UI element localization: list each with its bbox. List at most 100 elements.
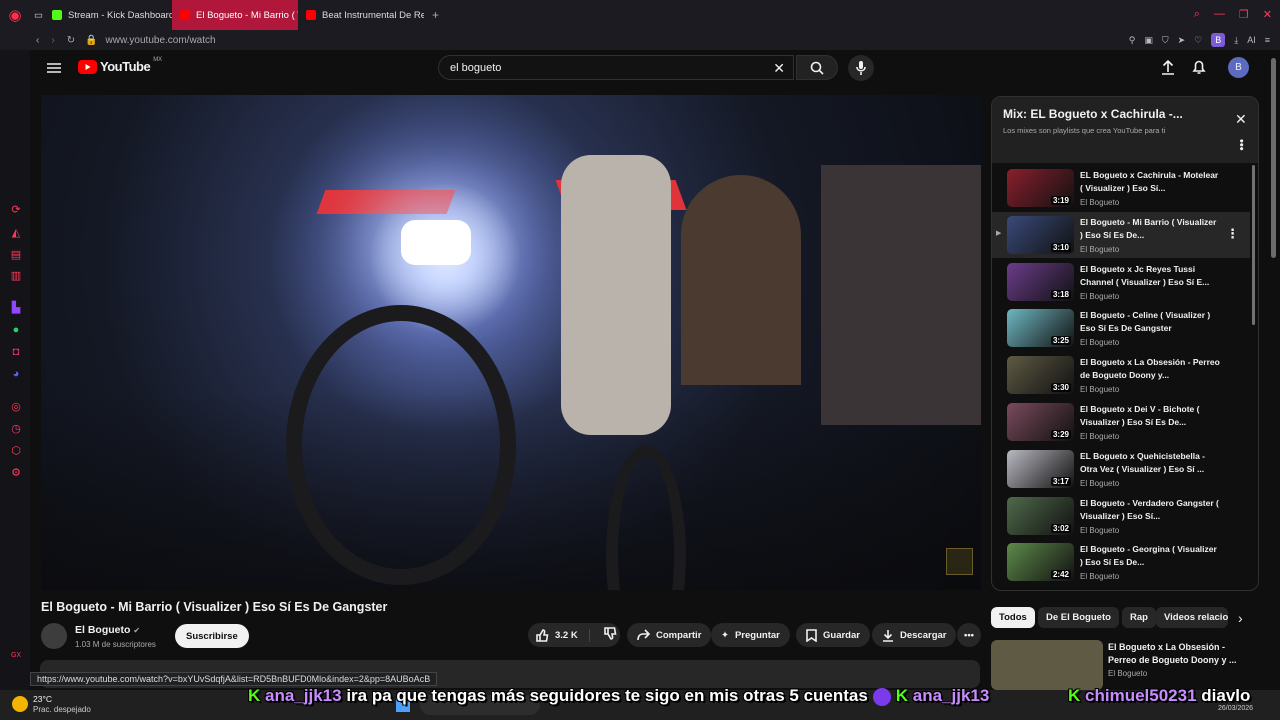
playlist-item[interactable]: 2:42 El Bogueto - Georgina ( Visualizer )… xyxy=(992,539,1250,585)
download-icon[interactable]: ⤓ xyxy=(1234,35,1238,46)
bell-icon xyxy=(1192,60,1206,74)
messenger-icon[interactable]: ▥ xyxy=(10,270,22,282)
whatsapp-icon[interactable]: ● xyxy=(10,324,22,336)
search-tabs-icon[interactable]: ⌕ xyxy=(1194,8,1200,21)
pin-icon[interactable]: ⚲ xyxy=(1129,35,1136,46)
playlist-item[interactable]: 3:02 El Bogueto - Verdadero Gangster ( Vi… xyxy=(992,493,1250,539)
heart-icon[interactable]: ♡ xyxy=(1194,35,1202,46)
wallet-icon[interactable]: ▤ xyxy=(10,249,22,261)
discord-icon[interactable]: ◕ xyxy=(10,368,22,380)
profile-icon[interactable]: B xyxy=(1211,33,1226,47)
clear-search-icon[interactable]: ✕ xyxy=(773,60,785,77)
front-wheel xyxy=(286,305,516,585)
chips-next-icon[interactable]: › xyxy=(1238,610,1243,626)
tab-overview-icon[interactable]: ▭ xyxy=(30,0,44,30)
weather-temp[interactable]: 23°C xyxy=(33,694,52,704)
playlist-thumbnail[interactable]: 3:25 xyxy=(1007,309,1074,348)
tab-el-bogueto[interactable]: El Bogueto - Mi Barrio ( Vi xyxy=(172,0,298,30)
duration-badge: 2:42 xyxy=(1050,570,1071,580)
settings-icon[interactable]: ⚙ xyxy=(10,467,22,479)
ask-button[interactable]: ✦ Preguntar xyxy=(711,623,790,647)
twitch-icon[interactable]: ▙ xyxy=(10,302,22,314)
download-button[interactable]: Descargar xyxy=(872,623,957,647)
playlist-item[interactable]: ▶ ⋮ 3:10 El Bogueto - Mi Barrio ( Visualize… xyxy=(992,211,1250,258)
playlist-thumbnail[interactable]: 3:30 xyxy=(1007,356,1074,395)
tab-beat-instrumental[interactable]: Beat Instrumental De Regg xyxy=(298,0,424,30)
voice-search-button[interactable] xyxy=(848,55,874,81)
playlist-item-channel: El Bogueto xyxy=(1080,385,1120,395)
search-input[interactable]: el bogueto ✕ xyxy=(438,55,794,80)
close-playlist-icon[interactable]: ✕ xyxy=(1235,111,1247,128)
playlist-item-title: EL Bogueto x Cachirula - Motelear ( Visu… xyxy=(1080,170,1219,193)
like-button[interactable]: 3.2 K xyxy=(528,628,590,642)
channel-avatar[interactable] xyxy=(41,623,67,649)
history-icon[interactable]: ⟳ xyxy=(10,204,22,216)
avatar[interactable]: B xyxy=(1228,57,1249,78)
chip-de-el-bogueto[interactable]: De El Bogueto xyxy=(1038,607,1119,628)
subscribe-button[interactable]: Suscribirse xyxy=(175,624,249,648)
opera-logo-icon[interactable]: ◉ xyxy=(0,0,30,30)
chip-rap[interactable]: Rap xyxy=(1122,607,1156,628)
playlist-thumbnail[interactable]: 3:10 xyxy=(1007,215,1074,254)
extensions-icon[interactable]: ⬡ xyxy=(10,445,22,457)
youtube-logo[interactable]: YouTube MX xyxy=(78,57,162,74)
playlist-item[interactable]: 3:17 EL Bogueto x Quehicistebella - Otra … xyxy=(992,446,1250,492)
playlist-menu-icon[interactable]: ••• xyxy=(1235,139,1247,151)
playlist-item[interactable]: 3:25 El Bogueto - Celine ( Visualizer ) E… xyxy=(992,305,1250,351)
playlist-title[interactable]: Mix: EL Bogueto x Cachirula -... xyxy=(1003,107,1223,121)
address-bar: ‹ › ↻ 🔒 www.youtube.com/watch ⚲ ▣ ⛉ ➤ ♡ … xyxy=(0,30,1280,50)
duration-badge: 3:29 xyxy=(1050,430,1071,439)
tab-kick-dashboard[interactable]: Stream - Kick Dashboard xyxy=(44,0,172,30)
url-field[interactable]: www.youtube.com/watch xyxy=(106,35,216,46)
instagram-icon[interactable]: ◘ xyxy=(10,346,22,358)
minimize-icon[interactable]: — xyxy=(1214,8,1225,21)
clock-icon[interactable]: ◷ xyxy=(10,423,22,435)
playlist-item[interactable]: 3:18 El Bogueto x Jc Reyes Tussi Channel … xyxy=(992,259,1250,305)
headlight xyxy=(401,220,471,265)
close-window-icon[interactable]: ✕ xyxy=(1263,8,1272,21)
playlist-item-channel: El Bogueto xyxy=(1080,525,1120,535)
menu-icon[interactable]: ≡ xyxy=(1265,35,1270,45)
video-player[interactable] xyxy=(41,95,981,590)
related-title[interactable]: El Bogueto x La Obsesión - Perreo de Bog… xyxy=(1108,641,1238,667)
hamburger-menu-icon[interactable] xyxy=(47,61,61,79)
player-icon[interactable]: ◎ xyxy=(10,401,22,413)
snapshot-icon[interactable]: ▣ xyxy=(1144,35,1153,46)
playlist-thumbnail[interactable]: 3:17 xyxy=(1007,449,1074,488)
maximize-icon[interactable]: ❐ xyxy=(1239,8,1249,21)
back-icon[interactable]: ‹ xyxy=(36,35,39,46)
page-scrollbar[interactable] xyxy=(1271,58,1276,258)
ai-icon[interactable]: AI xyxy=(1247,35,1256,45)
search-button[interactable] xyxy=(796,55,838,80)
playlist-thumbnail[interactable]: 3:18 xyxy=(1007,262,1074,301)
save-button[interactable]: Guardar xyxy=(796,623,870,647)
share-button[interactable]: Compartir xyxy=(627,623,712,647)
playlist-thumbnail[interactable]: 3:19 xyxy=(1007,169,1074,207)
kick-icon: K xyxy=(895,686,909,705)
send-icon[interactable]: ➤ xyxy=(1178,35,1186,46)
playlist-item[interactable]: 3:19 EL Bogueto x Cachirula - Motelear ( … xyxy=(992,165,1250,211)
youtube-favicon-icon xyxy=(180,10,190,20)
forward-icon[interactable]: › xyxy=(51,35,54,46)
new-tab-button[interactable]: + xyxy=(424,0,447,30)
playlist-thumbnail[interactable]: 3:29 xyxy=(1007,403,1074,441)
reload-icon[interactable]: ↻ xyxy=(67,35,75,46)
item-menu-icon[interactable]: ⋮ xyxy=(1226,226,1239,242)
chip-videos-relacionados[interactable]: Videos relacio xyxy=(1156,607,1228,628)
playlist-thumbnail[interactable]: 2:42 xyxy=(1007,543,1074,582)
gx-icon[interactable]: GX xyxy=(10,650,22,662)
playlist-scrollbar[interactable] xyxy=(1252,165,1255,325)
playlist-item[interactable]: 3:29 El Bogueto x Dei V - Bichote ( Visua… xyxy=(992,399,1250,445)
more-actions-button[interactable]: ••• xyxy=(957,623,981,647)
bag-icon[interactable]: ◭ xyxy=(10,227,22,239)
upload-button[interactable] xyxy=(1161,59,1175,80)
related-thumbnail[interactable] xyxy=(991,640,1103,690)
notifications-button[interactable] xyxy=(1192,59,1206,80)
chip-todos[interactable]: Todos xyxy=(991,607,1035,628)
shield-icon[interactable]: ⛉ xyxy=(1162,35,1169,46)
channel-name[interactable]: El Bogueto ✔ xyxy=(75,624,140,636)
playlist-item[interactable]: 3:30 El Bogueto x La Obsesión - Perreo de… xyxy=(992,352,1250,398)
playlist-thumbnail[interactable]: 3:02 xyxy=(1007,496,1074,535)
mix-playlist-panel: Mix: EL Bogueto x Cachirula -... Los mix… xyxy=(991,96,1259,591)
dislike-button[interactable] xyxy=(596,627,617,643)
